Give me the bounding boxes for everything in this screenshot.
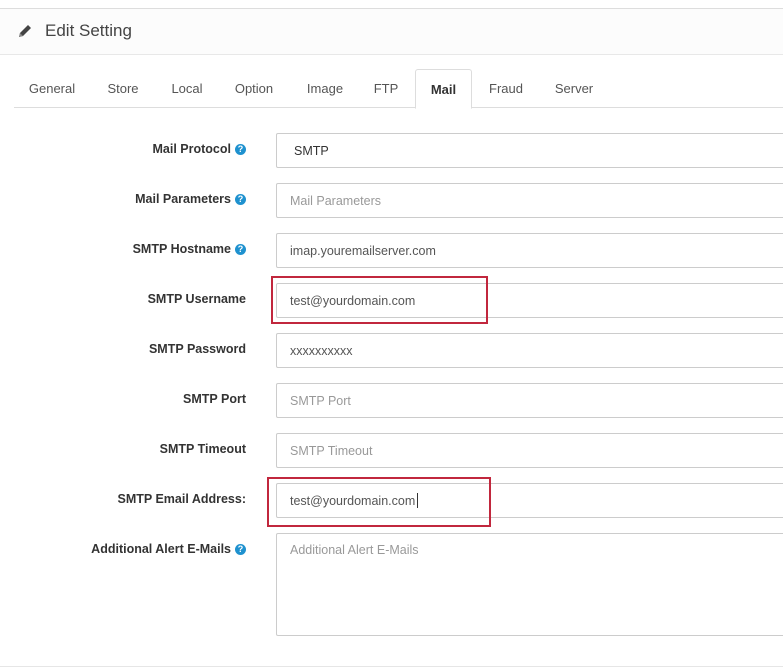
tab-mail[interactable]: Mail [415, 69, 472, 109]
smtp-email-row: SMTP Email Address: [0, 483, 783, 519]
mail-parameters-input[interactable] [276, 183, 783, 218]
alert-emails-row: Additional Alert E-Mails? [0, 533, 783, 637]
help-icon[interactable]: ? [235, 194, 246, 205]
pencil-icon [19, 25, 31, 37]
smtp-username-label: SMTP Username [147, 292, 246, 306]
alert-emails-textarea[interactable] [276, 533, 783, 636]
smtp-port-label: SMTP Port [183, 392, 246, 406]
mail-protocol-label: Mail Protocol? [153, 142, 246, 156]
panel-heading: Edit Setting [0, 9, 783, 55]
mail-parameters-row: Mail Parameters? [0, 183, 783, 219]
smtp-hostname-row: SMTP Hostname? [0, 233, 783, 269]
text-cursor [417, 493, 418, 508]
alert-emails-label: Additional Alert E-Mails? [91, 542, 246, 556]
smtp-email-label: SMTP Email Address: [117, 492, 246, 506]
smtp-timeout-label: SMTP Timeout [159, 442, 246, 456]
settings-tabs: General Store Local Option Image FTP Mai… [14, 69, 783, 109]
help-icon[interactable]: ? [235, 244, 246, 255]
smtp-password-row: SMTP Password [0, 333, 783, 369]
smtp-port-row: SMTP Port [0, 383, 783, 419]
tab-option[interactable]: Option [218, 69, 290, 108]
smtp-timeout-row: SMTP Timeout [0, 433, 783, 469]
tab-local[interactable]: Local [156, 69, 218, 108]
smtp-hostname-input[interactable] [276, 233, 783, 268]
smtp-username-row: SMTP Username [0, 283, 783, 319]
smtp-username-input[interactable] [276, 283, 783, 318]
tab-store[interactable]: Store [90, 69, 156, 108]
help-icon[interactable]: ? [235, 144, 246, 155]
smtp-hostname-label: SMTP Hostname? [133, 242, 246, 256]
smtp-email-input[interactable] [276, 483, 783, 518]
footer-divider [0, 666, 783, 667]
tab-ftp[interactable]: FTP [360, 69, 412, 108]
page-title: Edit Setting [45, 21, 132, 40]
tab-image[interactable]: Image [290, 69, 360, 108]
help-icon[interactable]: ? [235, 544, 246, 555]
smtp-password-label: SMTP Password [148, 342, 246, 356]
tab-server[interactable]: Server [538, 69, 610, 108]
smtp-port-input[interactable] [276, 383, 783, 418]
mail-protocol-select[interactable]: SMTP [276, 133, 783, 168]
mail-protocol-row: Mail Protocol? SMTP [0, 133, 783, 169]
smtp-password-input[interactable] [276, 333, 783, 368]
smtp-timeout-input[interactable] [276, 433, 783, 468]
tab-general[interactable]: General [14, 69, 90, 108]
mail-parameters-label: Mail Parameters? [135, 192, 246, 206]
tab-fraud[interactable]: Fraud [474, 69, 538, 108]
